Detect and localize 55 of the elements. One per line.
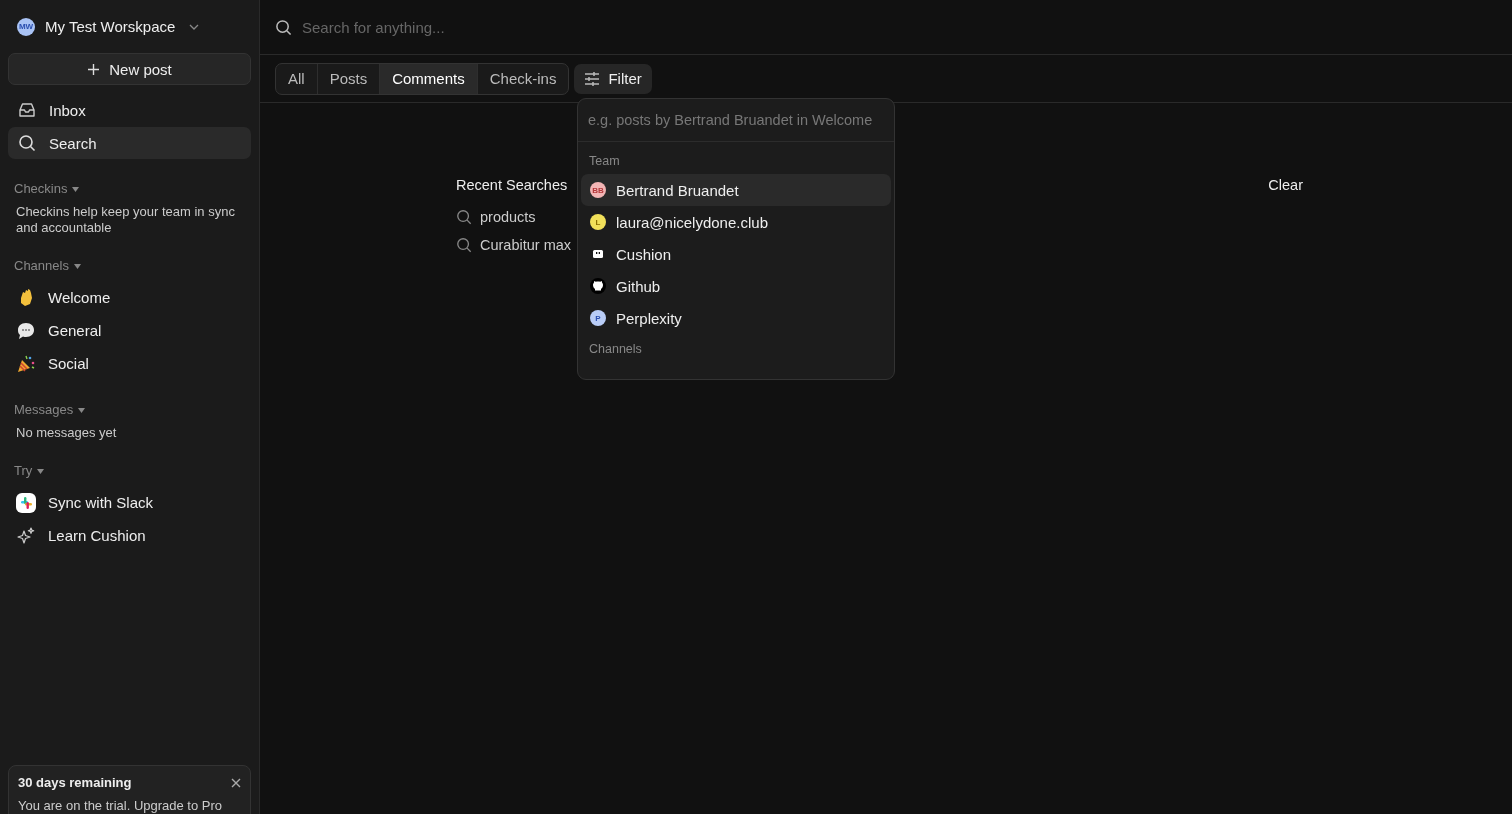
search-icon (456, 237, 472, 253)
clear-link[interactable]: Clear (1268, 177, 1303, 193)
nav-item[interactable]: Search (8, 127, 251, 159)
nav-item[interactable]: Inbox (8, 94, 251, 126)
section-heading[interactable]: Try (14, 463, 33, 478)
speech-bubble-icon (16, 320, 36, 341)
group-heading: Team (588, 153, 621, 170)
search-icon (18, 134, 36, 152)
avatar: P (590, 310, 606, 326)
workspace-name[interactable]: My Test Worskpace (45, 18, 176, 35)
search-icon (456, 209, 472, 225)
caret-down-icon[interactable] (78, 408, 86, 414)
try-item[interactable]: Sync with Slack (8, 486, 251, 519)
tab[interactable]: All (276, 63, 318, 94)
filter-input[interactable]: e.g. posts by Bertrand Bruandet in Welcome (578, 99, 894, 142)
workspace-avatar: MW (17, 17, 35, 36)
tab[interactable]: Comments (380, 63, 478, 94)
menu-item[interactable]: BB Bertrand Bruandet (581, 174, 891, 206)
new-post-button[interactable]: New post (8, 53, 251, 85)
caret-down-icon[interactable] (73, 264, 81, 270)
group-heading: Channels (588, 341, 643, 358)
recent-search-item[interactable]: products (456, 203, 536, 231)
plus-icon (87, 62, 101, 76)
menu-item[interactable]: P Perplexity (581, 302, 891, 334)
recent-searches-title: Recent Searches (456, 177, 568, 193)
section-heading[interactable]: Checkins (14, 181, 68, 196)
trial-text: You are on the trial. Upgrade to Pro (18, 798, 224, 813)
sparkle-icon (16, 525, 36, 546)
checkins-description: Checkins help keep your team in sync and accountable (15, 204, 236, 236)
search-icon (275, 18, 292, 36)
recent-search-item[interactable]: Curabitur max (456, 231, 572, 259)
caret-down-icon[interactable] (72, 187, 80, 193)
inbox-icon (18, 102, 36, 118)
trial-title: 30 days remaining (18, 775, 132, 790)
menu-item[interactable]: L laura@nicelydone.club (581, 206, 891, 238)
menu-item[interactable]: Cushion (581, 238, 891, 270)
channel-item[interactable]: General (8, 314, 251, 347)
menu-item[interactable]: Github (581, 270, 891, 302)
avatar: BB (590, 182, 606, 198)
section-heading[interactable]: Messages (14, 402, 74, 417)
close-icon[interactable] (231, 777, 241, 788)
chevron-down-icon[interactable] (189, 23, 200, 30)
party-popper-icon (16, 353, 36, 374)
sliders-icon (584, 71, 601, 86)
caret-down-icon[interactable] (37, 469, 45, 475)
tab[interactable]: Check-ins (477, 63, 569, 94)
messages-empty-text: No messages yet (15, 425, 118, 441)
filter-button[interactable]: Filter (574, 63, 652, 94)
slack-icon (16, 492, 36, 513)
channel-item[interactable]: Social (8, 347, 251, 380)
channel-item[interactable]: Welcome (8, 281, 251, 314)
avatar: L (590, 214, 606, 230)
search-field[interactable]: Search for anything... (300, 17, 1512, 37)
section-heading[interactable]: Channels (14, 258, 69, 273)
try-item[interactable]: Learn Cushion (8, 519, 251, 552)
